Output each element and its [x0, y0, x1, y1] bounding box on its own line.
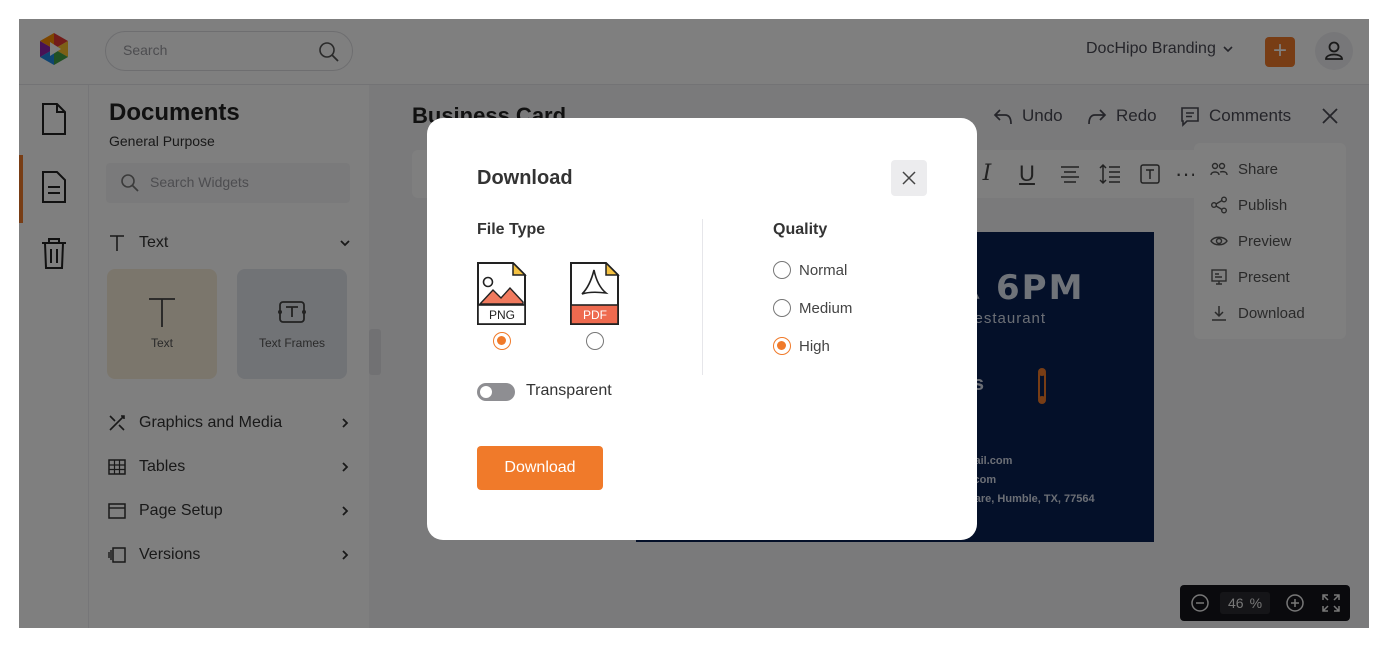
modal-close-button[interactable]: [891, 160, 927, 196]
quality-label: Quality: [773, 221, 828, 238]
close-icon: [902, 171, 916, 185]
transparent-label: Transparent: [526, 382, 612, 399]
png-radio[interactable]: [493, 332, 511, 350]
pdf-file-icon[interactable]: PDF: [570, 262, 620, 326]
png-file-icon[interactable]: PNG: [477, 262, 527, 326]
quality-normal-radio[interactable]: [773, 261, 791, 279]
quality-normal-option[interactable]: Normal: [773, 260, 847, 280]
pdf-radio[interactable]: [586, 332, 604, 350]
quality-high-radio[interactable]: [773, 337, 791, 355]
modal-divider: [702, 219, 703, 375]
quality-medium-radio[interactable]: [773, 299, 791, 317]
quality-medium-option[interactable]: Medium: [773, 298, 852, 318]
transparent-toggle[interactable]: [477, 383, 515, 401]
download-modal: Download File Type PNG PDF Transparent Q…: [427, 118, 977, 540]
quality-high-option[interactable]: High: [773, 336, 830, 356]
quality-high-label: High: [799, 337, 830, 355]
quality-normal-label: Normal: [799, 261, 848, 279]
pdf-label: PDF: [583, 308, 607, 322]
file-type-label: File Type: [477, 221, 546, 238]
app-window: DocHipo Branding + Documents General Pur…: [19, 19, 1369, 628]
modal-title: Download: [477, 167, 573, 189]
png-label: PNG: [489, 308, 515, 322]
download-button[interactable]: Download: [477, 446, 603, 490]
quality-medium-label: Medium: [799, 299, 853, 317]
